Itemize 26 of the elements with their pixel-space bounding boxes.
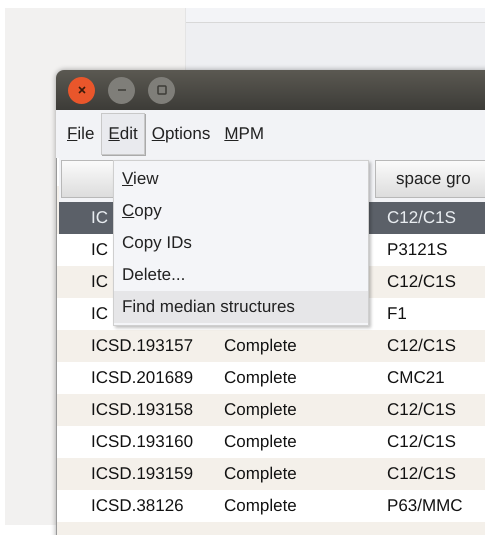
- table-cell: IC: [91, 208, 108, 227]
- table-cell: C12/C1S: [387, 208, 456, 228]
- table-cell: IC: [91, 240, 108, 259]
- table-cell: CMC21: [387, 368, 445, 388]
- table-cell: ICSD.193159: [91, 464, 194, 483]
- table-cell: C12/C1S: [387, 464, 456, 484]
- table-cell: ICSD.38126: [91, 496, 184, 515]
- table-cell-text: Complete: [224, 464, 298, 484]
- table-cell-text: Complete: [224, 400, 298, 420]
- table-cell: C12/C1S: [387, 272, 456, 292]
- table-cell-text: Complete: [224, 368, 298, 388]
- table-cell-text: Complete: [224, 496, 298, 516]
- table-cell: IC: [91, 272, 108, 291]
- table-cell: P3121S: [387, 240, 448, 260]
- table-cell: ICSD.193160: [91, 432, 194, 451]
- table-cell: C12/C1S: [387, 432, 456, 452]
- table-cell: C12/C1S: [387, 336, 456, 356]
- table-cell: P63/MMC: [387, 496, 463, 516]
- table-cell: ICSD.201689: [91, 368, 194, 387]
- table-cell: IC: [91, 304, 108, 323]
- table-cell: C12/C1S: [387, 400, 456, 420]
- table-cell: ICSD.193157: [91, 336, 194, 355]
- table-cell: F1: [387, 304, 407, 324]
- table-cell-text: Complete: [224, 336, 298, 356]
- table-cell-text: Complete: [224, 432, 298, 452]
- table-cell: ICSD.193158: [91, 400, 194, 419]
